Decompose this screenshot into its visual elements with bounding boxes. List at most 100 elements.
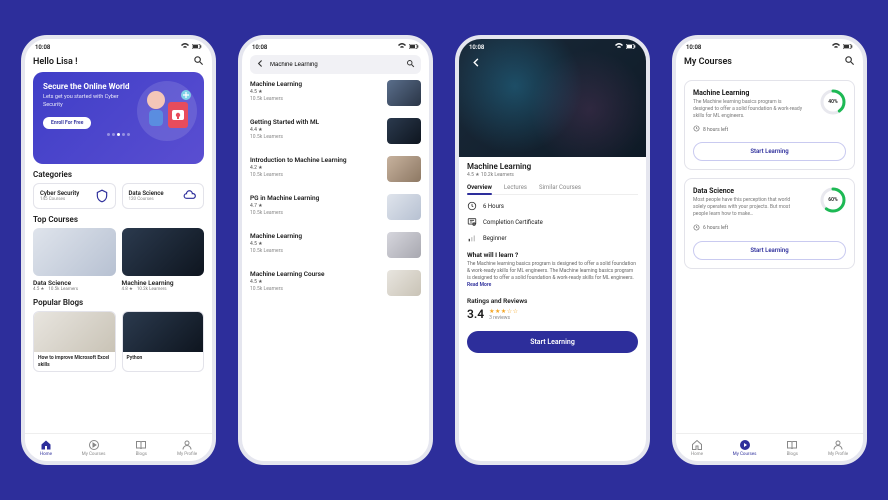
nav-blogs[interactable]: Blogs [786,439,798,457]
result-thumbnail [387,118,421,144]
shield-icon [95,189,109,203]
nav-my-courses[interactable]: My Courses [82,439,106,457]
nav-profile[interactable]: My Profile [177,439,197,457]
category-card[interactable]: Cyber Security 145 Courses [33,183,116,209]
ratings-title: Ratings and Reviews [467,297,638,305]
my-course-desc: Most people have this perception that wo… [693,197,803,217]
progress-value: 60% [820,187,846,213]
what-learn-body: The Machine learning basics program is d… [467,261,638,289]
battery-icon [192,44,202,51]
result-rating: 4.5 ★ [250,241,381,247]
section-categories: Categories [33,170,204,179]
search-result[interactable]: Machine Learning 4.5 ★ 10.5k Learners [250,74,421,112]
what-learn-title: What will I learn ? [467,251,638,259]
home-icon [40,439,52,451]
my-course-name: Data Science [693,187,803,195]
screen-search: 10:08 Machine Learning 4.5 ★ 10.5k Learn… [238,35,433,465]
search-icon[interactable] [406,59,415,70]
search-result[interactable]: PG in Machine Learning 4.7 ★ 10.5k Learn… [250,188,421,226]
result-learners: 10.5k Learners [250,134,381,140]
level-icon [467,233,477,243]
status-bar: 10:08 [242,39,429,53]
result-learners: 10.5k Learners [250,248,381,254]
nav-blogs[interactable]: Blogs [135,439,147,457]
progress-ring: 60% [820,187,846,213]
start-learning-button[interactable]: Start Learning [693,241,846,260]
result-title: Introduction to Machine Learning [250,156,381,164]
result-thumbnail [387,270,421,296]
wifi-icon [398,43,406,51]
user-icon [181,439,193,451]
course-card[interactable]: Data Science 4.5 ★ 10.5k Learners [33,228,116,292]
search-icon[interactable] [844,55,855,68]
blog-card[interactable]: Python [122,311,205,372]
result-title: Getting Started with ML [250,118,381,126]
course-rating: 4.5 ★ [33,287,44,292]
search-result[interactable]: Introduction to Machine Learning 4.2 ★ 1… [250,150,421,188]
start-learning-button[interactable]: Start Learning [467,331,638,353]
course-card[interactable]: Machine Learning 4.8 ★ 10.2k Learners [122,228,205,292]
course-learners: 10.5k Learners [48,287,78,292]
read-more-link[interactable]: Read More [467,282,491,288]
ratings-summary: 3.4 ★★★☆☆ 3 reviews [467,307,638,321]
status-icons [181,43,202,51]
status-icons [615,43,636,51]
status-time: 10:08 [469,44,484,51]
detail-tabs: Overview Lectures Similar Courses [467,184,638,195]
hero-subtitle: Lets get you started with Cyber Security [43,94,134,109]
section-popular-blogs: Popular Blogs [33,298,204,307]
nav-home[interactable]: Home [40,439,52,457]
search-result[interactable]: Getting Started with ML 4.4 ★ 10.5k Lear… [250,112,421,150]
my-course-desc: The Machine learning basics program is d… [693,99,803,119]
result-thumbnail [387,80,421,106]
book-icon [135,439,147,451]
info-level: Beginner [467,233,638,243]
my-course-card: Data Science Most people have this perce… [684,178,855,268]
category-name: Data Science [129,190,164,197]
section-top-courses: Top Courses [33,215,204,224]
nav-my-courses[interactable]: My Courses [733,439,757,457]
search-result[interactable]: Machine Learning Course 4.5 ★ 10.5k Lear… [250,264,421,302]
tab-similar[interactable]: Similar Courses [539,184,581,191]
status-icons [398,43,419,51]
progress-value: 40% [820,89,846,115]
hero-cta-button[interactable]: Enroll For Free [43,117,91,129]
search-icon[interactable] [193,55,204,68]
back-icon[interactable] [256,59,265,70]
back-icon[interactable] [471,57,482,70]
my-course-time: 6 hours left [693,224,803,233]
result-rating: 4.2 ★ [250,165,381,171]
battery-icon [626,44,636,51]
result-thumbnail [387,194,421,220]
screen-my-courses: 10:08 My Courses Machine Learning The Ma… [672,35,867,465]
start-learning-button[interactable]: Start Learning [693,142,846,161]
wifi-icon [615,43,623,51]
result-title: Machine Learning Course [250,270,381,278]
result-title: PG in Machine Learning [250,194,381,202]
search-input[interactable] [270,62,401,68]
tab-lectures[interactable]: Lectures [504,184,527,191]
blog-card[interactable]: How to improve Microsoft Excel skills [33,311,116,372]
screen-home: 10:08 Hello Lisa ! Secure the Online Wor… [21,35,216,465]
category-card[interactable]: Data Science 120 Courses [122,183,205,209]
course-name: Data Science [33,279,116,287]
blog-thumbnail [123,312,204,352]
nav-home[interactable]: Home [691,439,703,457]
search-result[interactable]: Machine Learning 4.5 ★ 10.5k Learners [250,226,421,264]
my-course-name: Machine Learning [693,89,803,97]
nav-profile[interactable]: My Profile [828,439,848,457]
status-bar: 10:08 [25,39,212,53]
tab-overview[interactable]: Overview [467,184,492,191]
screen-course-detail: 10:08 Machine Learning 4.5 ★ 10.2k Learn… [455,35,650,465]
course-meta: 4.5 ★ 10.2k Learners [467,172,638,178]
progress-ring: 40% [820,89,846,115]
blog-title: Python [123,352,204,365]
page-title: My Courses [684,57,732,67]
category-meta: 120 Courses [129,197,164,202]
search-bar[interactable] [250,55,421,74]
course-thumbnail [33,228,116,276]
hero-banner[interactable]: Secure the Online World Lets get you sta… [33,72,204,164]
battery-icon [843,44,853,51]
status-time: 10:08 [686,44,701,51]
result-rating: 4.4 ★ [250,127,381,133]
